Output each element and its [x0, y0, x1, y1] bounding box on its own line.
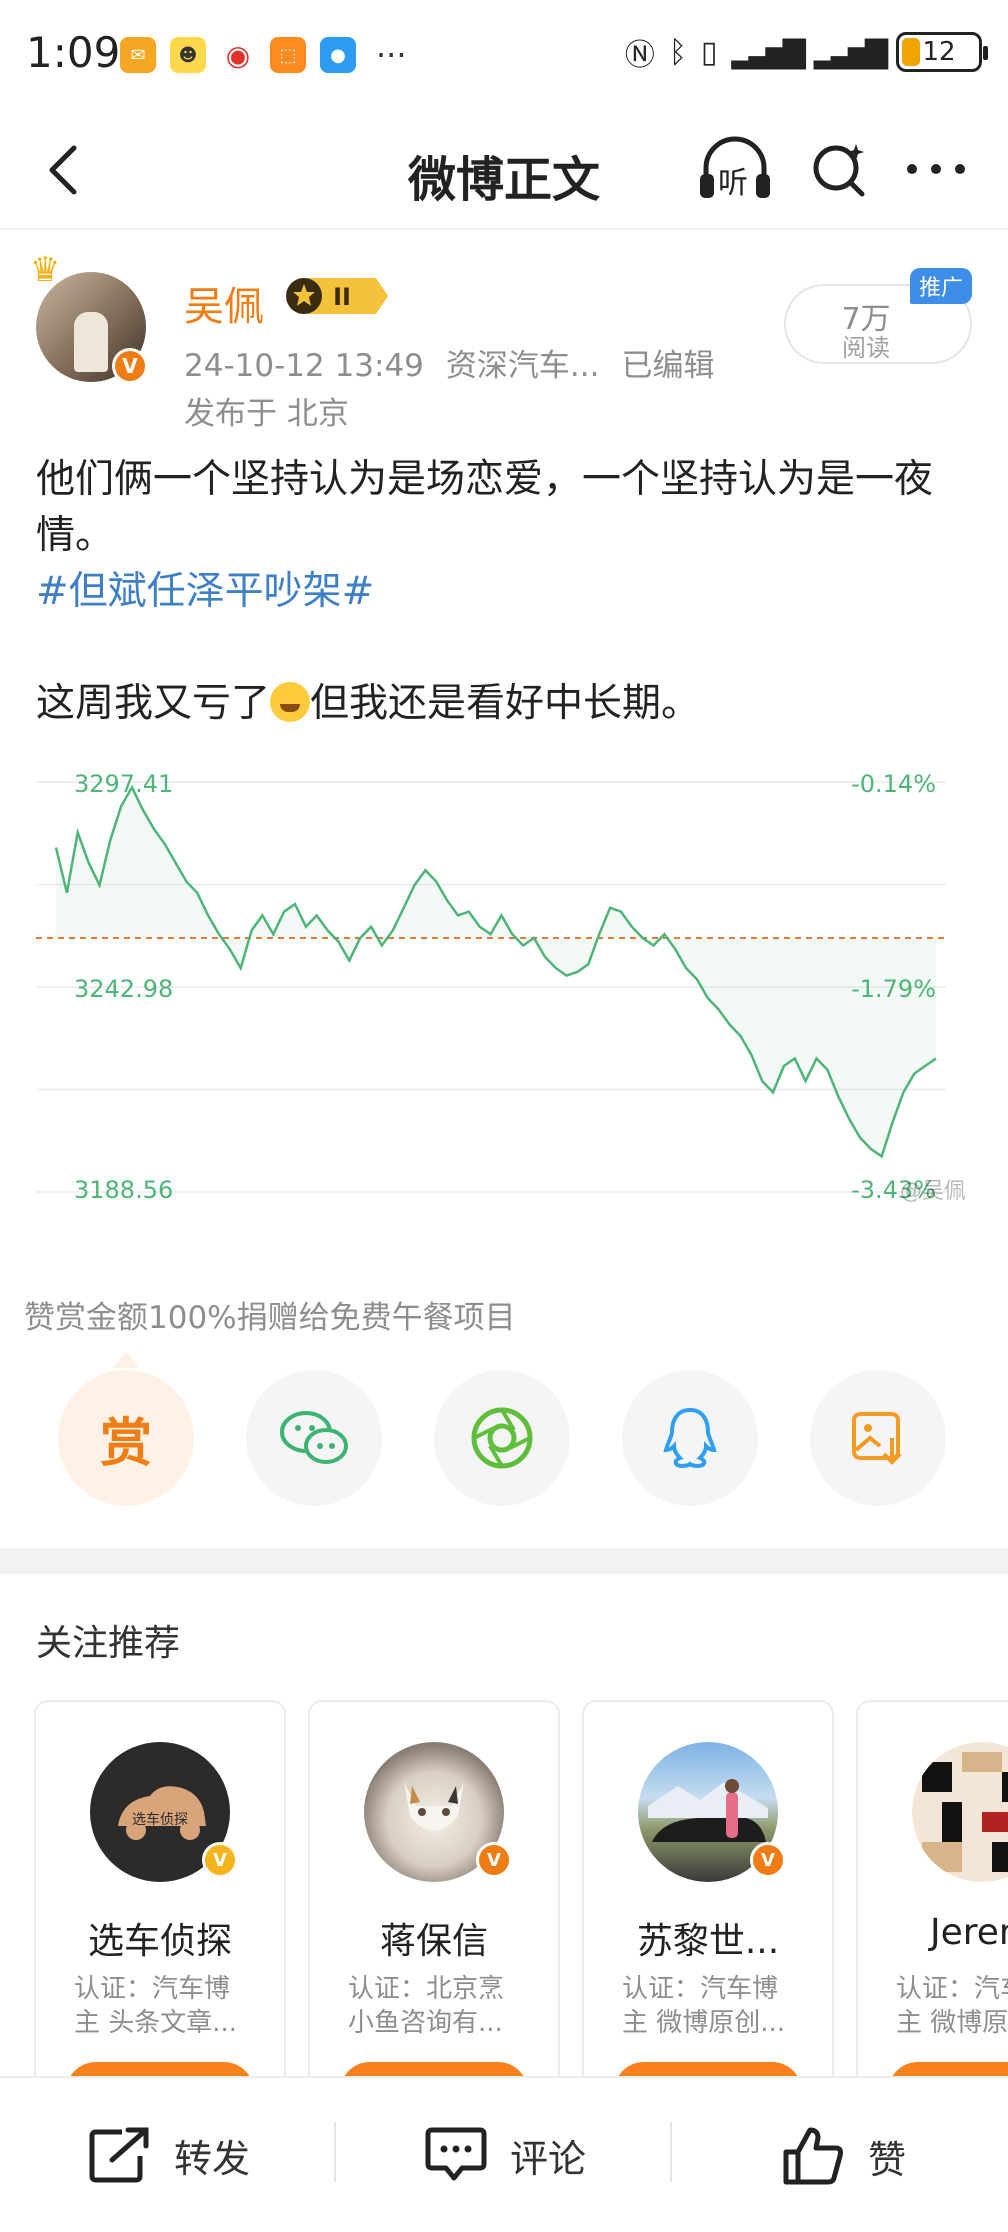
y-tick-label-right: -1.79% — [851, 975, 936, 1003]
verified-badge-icon: V — [476, 1842, 512, 1878]
y-tick-label-left: 3188.56 — [74, 1176, 173, 1204]
post-text-line-2: 这周我又亏了 但我还是看好中长期。 — [36, 676, 976, 732]
share-moments-button[interactable] — [434, 1370, 570, 1506]
search-icon — [813, 144, 865, 197]
crying-laugh-emoji-icon — [270, 682, 311, 722]
like-label: 赞 — [868, 2137, 907, 2182]
bluetooth-icon: ᛒ — [668, 34, 687, 70]
post-date: 24-10-12 13:49 — [184, 348, 424, 384]
promote-tag[interactable]: 推广 — [910, 268, 972, 304]
thumbs-up-icon — [783, 2127, 843, 2185]
stock-chart-image[interactable]: 3297.41 3242.98 3188.56 -0.14% -1.79% -3.43% @… — [36, 752, 976, 1222]
recommend-desc: 认证：汽车博主 微博原创... — [622, 1974, 786, 2038]
weibo-icon: ◉ — [220, 37, 256, 73]
search-button[interactable] — [808, 138, 870, 200]
post-text-part: 这周我又亏了 — [36, 681, 271, 726]
save-image-icon — [852, 1412, 902, 1465]
system-icons: Ⓝ ᛒ ▯ ▂▃▅▇ ▂▃▅▇ 12 — [624, 30, 988, 74]
recommend-title: 关注推荐 — [36, 1623, 181, 1664]
verified-badge-icon: V — [202, 1842, 238, 1878]
wechat-icon — [280, 1411, 348, 1464]
level-badge: II — [286, 278, 388, 314]
verified-badge-icon: V — [750, 1842, 786, 1878]
recommend-card[interactable]: 选车侦探 V 选车侦探 认证：汽车博主 头条文章... — [34, 1700, 286, 2080]
signal-icon-2: ▂▃▅▇ — [813, 34, 888, 70]
game-app-icon: ☻ — [170, 37, 206, 73]
repost-icon — [89, 2127, 149, 2183]
comment-label: 评论 — [510, 2136, 587, 2181]
reward-button[interactable]: 赏 — [58, 1370, 194, 1506]
chart-area-fill — [56, 787, 936, 1157]
battery-level: 12 — [922, 37, 956, 67]
repost-label: 转发 — [174, 2136, 251, 2181]
y-tick-label-left: 3242.98 — [74, 975, 173, 1003]
author-avatar[interactable]: ♛ V — [30, 250, 148, 384]
listen-label: 听 — [718, 166, 748, 201]
y-tick-label-right: -0.14% — [851, 770, 936, 798]
stock-chart: 3297.413242.983188.56-0.14%-1.79%-3.43%@… — [36, 770, 966, 1204]
share-row: 赏 — [58, 1370, 958, 1510]
recommend-desc: 认证：汽车博主 头条文章... — [74, 1974, 238, 2038]
recommend-card[interactable]: V 蒋保信 认证：北京烹小鱼咨询有... — [308, 1700, 560, 2080]
moments-icon — [471, 1407, 533, 1469]
post-text-line: 他们俩一个坚持认为是场恋爱，一个坚持认为是一夜情。 — [36, 457, 934, 558]
reward-label: 赏 — [99, 1413, 152, 1474]
pixel-avatar-icon — [912, 1742, 1008, 1882]
hashtag-link[interactable]: #但斌任泽平吵架# — [36, 564, 976, 620]
mail-icon: ✉ — [120, 37, 156, 73]
crown-icon: ♛ — [30, 250, 61, 290]
chart-watermark: @吴佩 — [900, 1179, 966, 1204]
nfc-icon: Ⓝ — [624, 38, 655, 73]
section-divider — [0, 1548, 1008, 1574]
recommend-name: 选车侦探 — [87, 1921, 232, 1962]
level-text: II — [333, 283, 351, 311]
y-tick-label-left: 3297.41 — [74, 770, 173, 798]
verified-badge-icon: V — [112, 348, 148, 384]
recommend-desc: 认证：北京烹小鱼咨询有... — [348, 1974, 505, 2038]
reads-label: 阅读 — [842, 334, 890, 362]
recommend-card[interactable]: V 苏黎世... 认证：汽车博主 微博原创... — [582, 1700, 834, 2080]
recommend-name: Jerem — [930, 1912, 1008, 1953]
message-app-icon: ● — [320, 37, 356, 73]
share-qq-button[interactable] — [622, 1370, 758, 1506]
more-icon — [907, 164, 965, 174]
battery-icon: 12 — [896, 32, 988, 72]
save-image-button[interactable] — [810, 1370, 946, 1506]
status-time: 1:09 — [26, 28, 121, 77]
notification-icons: ✉ ☻ ◉ ⬚ ● ··· — [120, 36, 407, 74]
more-notifications-icon: ··· — [376, 36, 407, 74]
nav-bar: 微博正文 听 — [0, 110, 1008, 230]
like-button[interactable]: 赞 — [782, 2126, 906, 2186]
recommend-card[interactable]: Jerem 认证：汽车博主 微博原 — [856, 1700, 1008, 2080]
reward-note: 赞赏金额100%捐赠给免费午餐项目 — [24, 1300, 516, 1336]
repost-button[interactable]: 转发 — [88, 2126, 250, 2184]
comment-icon — [425, 2127, 487, 2181]
app-icon: ⬚ — [270, 37, 306, 73]
edited-tag[interactable]: 已编辑 — [621, 348, 714, 384]
comment-button[interactable]: 评论 — [424, 2126, 586, 2184]
recommend-name: 苏黎世... — [636, 1921, 780, 1962]
share-wechat-button[interactable] — [246, 1370, 382, 1506]
author-name[interactable]: 吴佩 — [184, 274, 264, 332]
qq-icon — [663, 1407, 717, 1469]
bottom-action-bar: 转发 评论 赞 — [0, 2076, 1008, 2232]
signal-icon: ▂▃▅▇ — [731, 34, 805, 70]
recommend-list: 选车侦探 V 选车侦探 认证：汽车博主 头条文章... V 蒋保信 认证：北京烹… — [34, 1700, 1008, 2080]
more-button[interactable] — [904, 159, 968, 179]
recommend-desc: 认证：汽车博主 微博原 — [896, 1974, 1008, 2038]
post-text-part-2: 但我还是看好中长期。 — [310, 681, 701, 726]
post-body: 他们俩一个坚持认为是场恋爱，一个坚持认为是一夜情。 #但斌任泽平吵架# 这周我又… — [36, 452, 976, 732]
car-logo-text: 选车侦探 — [132, 1811, 188, 1828]
recommend-avatar — [912, 1742, 1008, 1882]
status-bar: 1:09 ✉ ☻ ◉ ⬚ ● ··· Ⓝ ᛒ ▯ ▂▃▅▇ ▂▃▅▇ 12 — [0, 0, 1008, 110]
post-location: 发布于 北京 — [184, 396, 349, 432]
post-meta: 24-10-12 13:49 资深汽车... 已编辑 — [184, 340, 736, 385]
listen-button[interactable]: 听 — [696, 136, 774, 202]
recommend-name: 蒋保信 — [379, 1921, 488, 1962]
vibrate-icon: ▯ — [700, 34, 718, 70]
post-source: 资深汽车... — [445, 348, 600, 384]
